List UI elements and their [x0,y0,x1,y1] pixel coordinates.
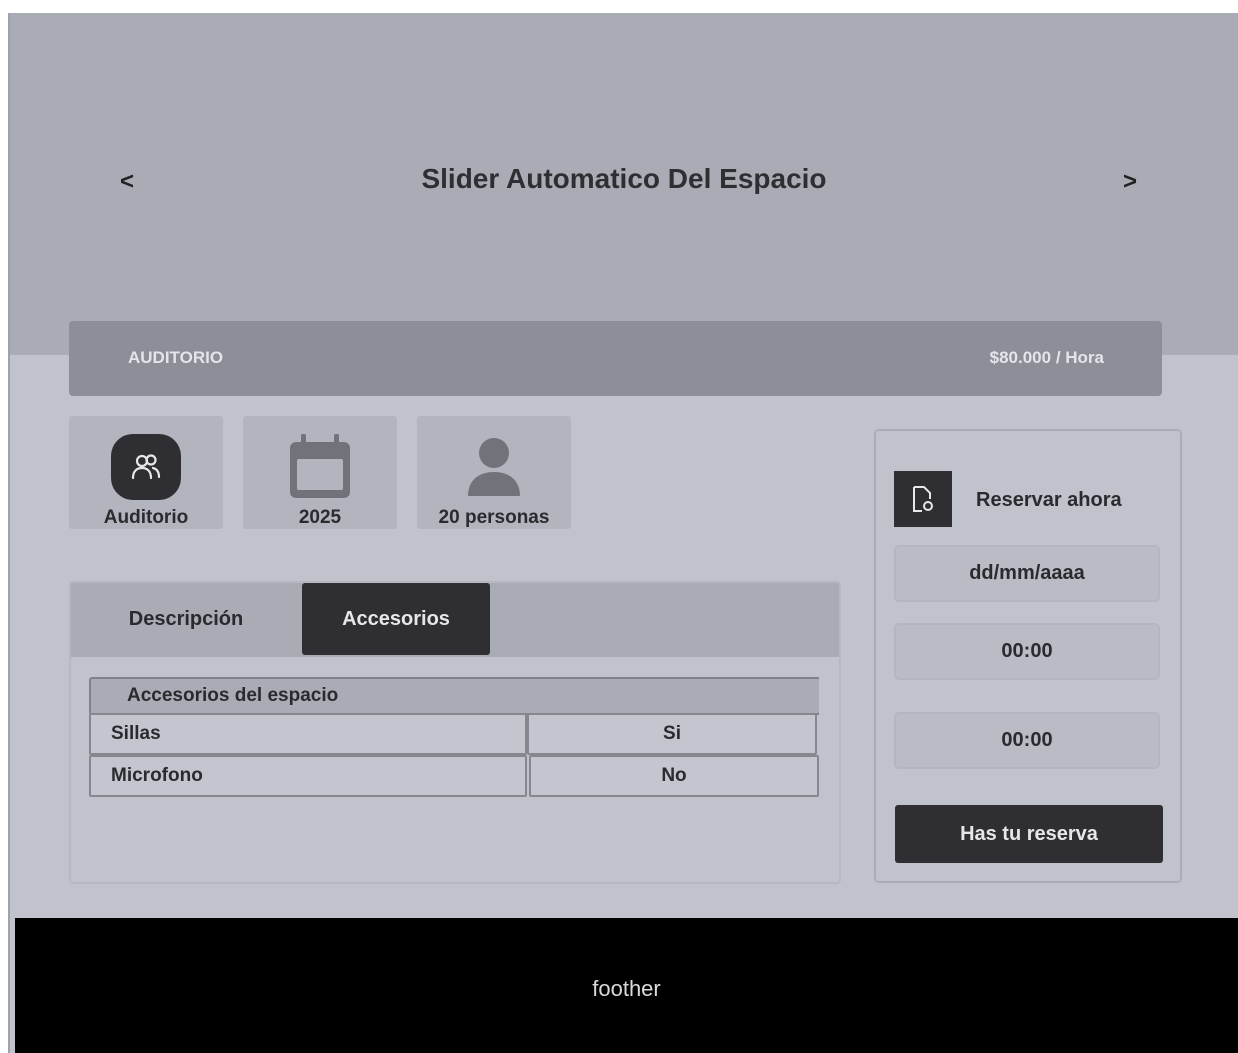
accessory-name: Sillas [111,723,161,744]
submit-reservation-button[interactable]: Has tu reserva [895,805,1163,863]
accessory-name: Microfono [111,765,203,786]
end-time-field[interactable] [894,712,1160,769]
calendar-icon [290,434,350,498]
table-cell-accessory-name: Sillas [89,713,527,755]
feature-card-type: Auditorio [69,416,223,529]
space-header-bar: AUDITORIO $80.000 / Hora [69,321,1162,396]
space-price: $80.000 / Hora [989,348,1104,367]
table-cell-accessory-name: Microfono [89,755,527,797]
table-cell-accessory-value: Si [527,713,817,755]
person-icon [468,438,520,496]
tab-descripcion[interactable]: Descripción [71,583,301,655]
space-slider: < Slider Automatico Del Espacio > [10,13,1238,355]
feature-card-year: 2025 [243,416,397,529]
footer-text: foother [592,976,661,1001]
feature-label-year: 2025 [298,507,342,528]
accessory-value: No [661,765,687,786]
accessories-table-header: Accesorios del espacio [89,677,819,715]
users-icon [111,434,181,500]
tab-accesorios[interactable]: Accesorios [302,583,490,655]
feature-card-capacity: 20 personas [417,416,571,529]
space-type-label: AUDITORIO [128,348,224,367]
date-field[interactable] [894,545,1160,602]
slider-next-button[interactable]: > [1123,168,1137,196]
start-time-field[interactable] [894,623,1160,680]
document-settings-icon [894,471,952,527]
accessories-table-title: Accesorios del espacio [127,685,339,706]
table-cell-accessory-value: No [529,755,819,797]
accessories-table: Accesorios del espacio Sillas Si Microfo… [89,677,819,799]
booking-title: Reservar ahora [976,489,1122,511]
page: < Slider Automatico Del Espacio > AUDITO… [10,13,1238,1053]
footer: foother [15,918,1238,1053]
feature-label-capacity: 20 personas [438,507,550,528]
tabs-bar: Descripción Accesorios [71,583,839,657]
booking-card: Reservar ahora Has tu reserva [874,429,1182,883]
feature-label-type: Auditorio [103,507,189,528]
accessory-value: Si [663,723,681,744]
slider-title: Slider Automatico Del Espacio [421,163,827,194]
